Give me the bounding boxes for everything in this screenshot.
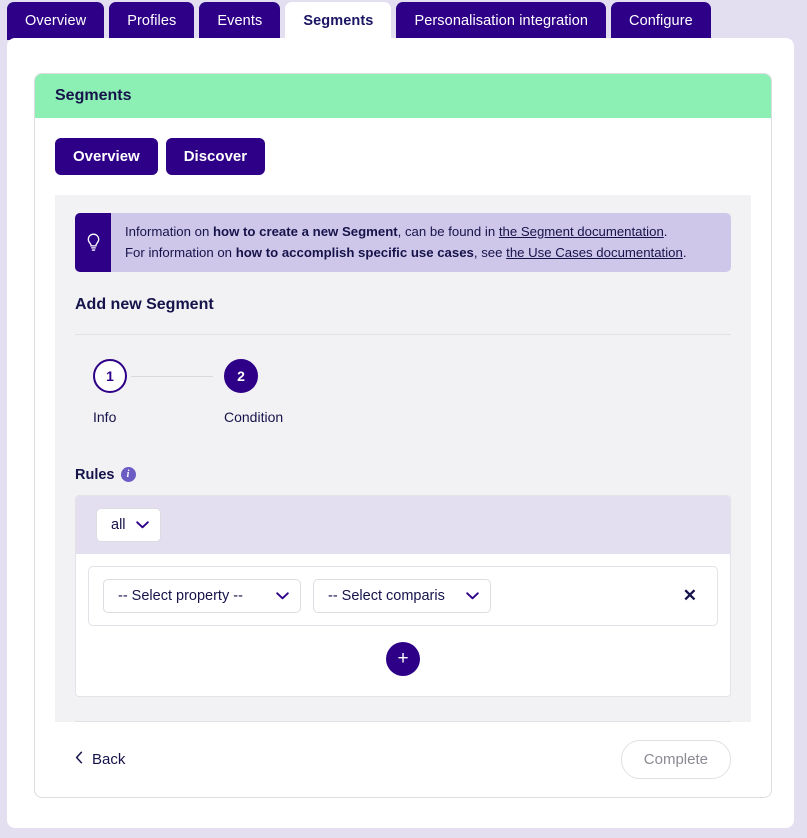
remove-rule-button[interactable]: ✕ [677, 587, 703, 604]
rules-header: all [76, 495, 730, 554]
banner-line2-mid: , see [473, 245, 507, 261]
info-banner-line-1: Information on how to create a new Segme… [125, 221, 687, 242]
step-2-label: Condition [224, 408, 284, 425]
step-info[interactable]: 1 Info [89, 358, 220, 425]
banner-line2-suffix: . [682, 245, 687, 261]
step-1-label: Info [93, 408, 117, 425]
back-button[interactable]: Back [75, 751, 125, 768]
property-select-wrap: -- Select property -- [103, 578, 301, 613]
banner-line2-prefix: For information on [125, 245, 236, 261]
comparison-select[interactable]: -- Select comparis [313, 578, 491, 613]
rules-label-text: Rules [75, 466, 115, 483]
info-icon[interactable]: i [120, 467, 136, 483]
page-panel: Segments Overview Discover Information o… [7, 38, 794, 828]
banner-line1-mid: , can be found in [397, 224, 499, 239]
rules-label: Rules i [75, 467, 731, 483]
main-tab-bar: Overview Profiles Events Segments Person… [0, 0, 807, 40]
info-banner: Information on how to create a new Segme… [75, 213, 731, 272]
comparison-select-wrap: -- Select comparis [313, 578, 491, 613]
rules-box: all -- Select property -- -- Select comp… [75, 494, 731, 697]
tab-profiles[interactable]: Profiles [109, 2, 195, 40]
discover-button[interactable]: Discover [165, 138, 266, 175]
segments-card: Segments Overview Discover Information o… [34, 73, 772, 798]
banner-line1-prefix: Information on [125, 224, 213, 239]
step-1-circle[interactable]: 1 [93, 358, 127, 393]
content-area: Information on how to create a new Segme… [55, 195, 751, 722]
section-title: Add new Segment [75, 295, 214, 313]
card-header: Segments [35, 74, 771, 118]
wizard-stepper: 1 Info 2 Condition [75, 335, 731, 425]
step-condition[interactable]: 2 Condition [220, 358, 351, 425]
property-select[interactable]: -- Select property -- [103, 578, 301, 613]
banner-line1-suffix: . [663, 224, 668, 239]
step-2-circle[interactable]: 2 [224, 358, 258, 393]
banner-line2-bold: how to accomplish specific use cases [235, 245, 474, 261]
segment-documentation-link[interactable]: the Segment documentation [499, 224, 664, 239]
complete-button[interactable]: Complete [620, 739, 731, 779]
add-rule-button[interactable]: + [386, 641, 420, 676]
page-title: Segments [55, 87, 132, 104]
tab-events[interactable]: Events [199, 2, 281, 40]
tab-segments[interactable]: Segments [285, 2, 392, 40]
chevron-left-icon [75, 751, 83, 768]
tab-configure[interactable]: Configure [611, 2, 711, 40]
rule-row: -- Select property -- -- Select comparis… [88, 565, 718, 626]
match-type-select[interactable]: all [96, 507, 161, 542]
sub-navigation: Overview Discover [55, 138, 751, 175]
overview-button[interactable]: Overview [55, 138, 158, 175]
tab-personalisation-integration[interactable]: Personalisation integration [396, 2, 607, 40]
use-cases-documentation-link[interactable]: the Use Cases documentation [506, 245, 683, 260]
info-banner-line-2: For information on how to accomplish spe… [125, 242, 687, 263]
card-body: Overview Discover Information on how to … [35, 118, 771, 797]
add-rule-row: + [88, 626, 718, 684]
rules-body: -- Select property -- -- Select comparis… [76, 553, 730, 696]
banner-line1-bold: how to create a new Segment [212, 224, 398, 239]
match-type-select-wrap: all [96, 507, 161, 542]
info-banner-text: Information on how to create a new Segme… [111, 213, 701, 272]
back-button-label: Back [92, 750, 126, 768]
tab-overview[interactable]: Overview [7, 2, 105, 40]
lightbulb-icon [75, 213, 111, 272]
wizard-footer: Back Complete [55, 721, 751, 797]
step-connector [131, 375, 213, 377]
